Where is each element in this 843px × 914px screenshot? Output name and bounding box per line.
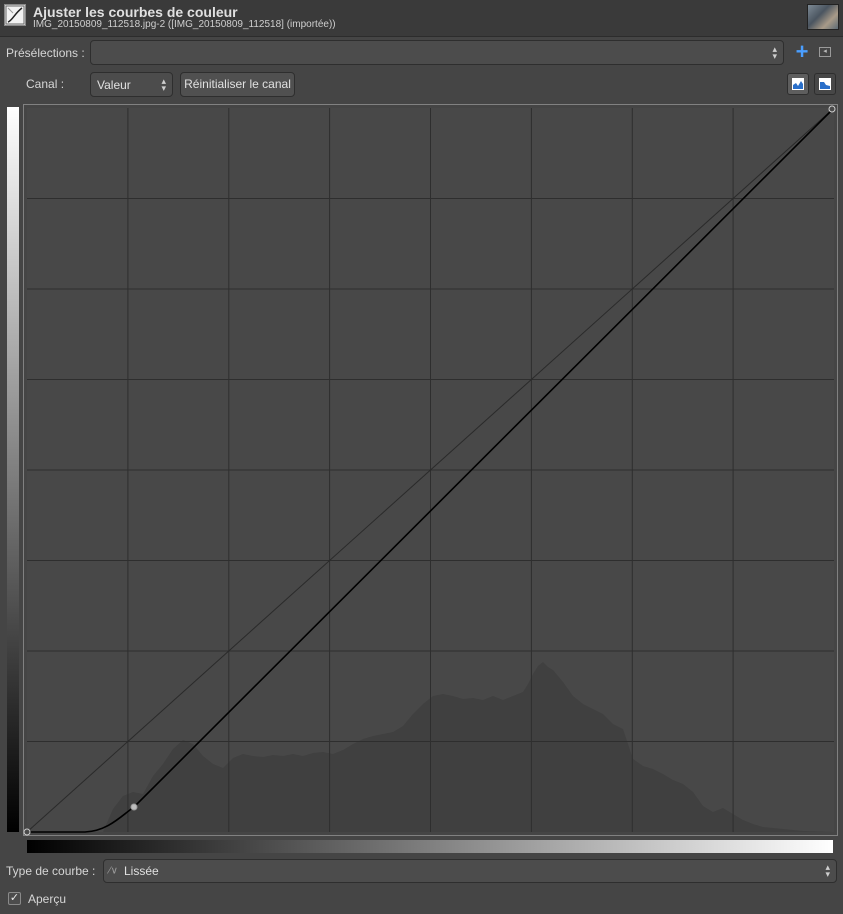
dialog-header: Ajuster les courbes de couleur IMG_20150… — [0, 0, 843, 37]
curve-type-combo[interactable]: ⁄∨ Lissée ▴ ▾ — [103, 859, 837, 883]
chevron-updown-icon: ▴ ▾ — [161, 75, 166, 93]
output-gradient-bar — [7, 107, 19, 832]
preview-label[interactable]: Aperçu — [28, 892, 66, 906]
dialog-subtitle: IMG_20150809_112518.jpg-2 ([IMG_20150809… — [33, 19, 336, 30]
presets-combo[interactable]: ▴ ▾ — [90, 40, 784, 65]
chevron-updown-icon: ▴ ▾ — [825, 862, 830, 879]
curve-canvas[interactable] — [23, 104, 838, 836]
curves-tool-icon — [4, 4, 26, 26]
control-point[interactable] — [23, 828, 31, 836]
curve-type-label: Type de courbe : — [6, 864, 96, 878]
curve-editor[interactable] — [23, 104, 838, 836]
plus-icon[interactable]: + — [793, 41, 811, 63]
image-thumbnail — [807, 4, 839, 30]
menu-icon[interactable]: ◂ — [819, 47, 831, 57]
preview-checkbox[interactable]: ✓ — [8, 892, 21, 905]
channel-label: Canal : — [26, 77, 65, 91]
reset-channel-button[interactable]: Réinitialiser le canal — [180, 72, 295, 97]
control-point[interactable] — [130, 803, 138, 811]
channel-combo[interactable]: Valeur ▴ ▾ — [90, 72, 173, 97]
channel-value: Valeur — [97, 77, 131, 92]
control-point[interactable] — [828, 105, 836, 113]
chevron-updown-icon: ▴ ▾ — [772, 43, 777, 61]
input-gradient-bar — [27, 840, 833, 853]
dialog-title: Ajuster les courbes de couleur — [33, 4, 238, 20]
smooth-curve-icon: ⁄∨ — [109, 865, 118, 877]
log-histogram-icon[interactable] — [814, 73, 836, 95]
linear-histogram-icon[interactable] — [787, 73, 809, 95]
curve-type-value: Lissée — [124, 864, 159, 878]
presets-label: Présélections : — [6, 46, 85, 60]
